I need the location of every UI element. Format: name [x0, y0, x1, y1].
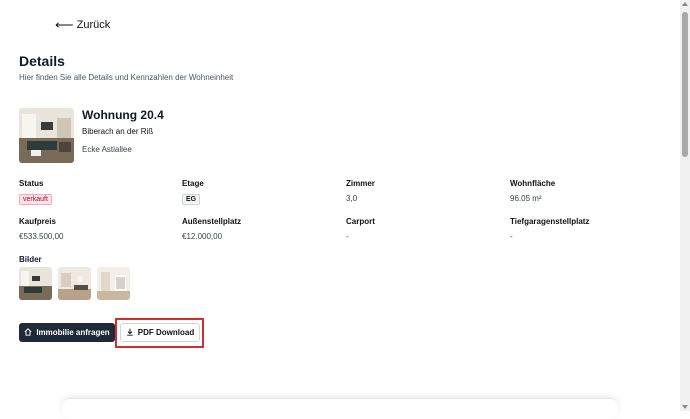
- aussenstellplatz-field: Außenstellplatz €12.000,00: [182, 217, 241, 241]
- tiefgarage-value: -: [510, 232, 513, 241]
- status-label: Status: [19, 179, 44, 188]
- scrollbar-thumb[interactable]: [682, 12, 688, 157]
- home-icon: [24, 327, 32, 338]
- inquire-label: Immobilie anfragen: [36, 328, 110, 337]
- pdf-download-button[interactable]: PDF Download: [120, 323, 200, 342]
- unit-name: Wohnung 20.4: [82, 108, 164, 122]
- scroll-up-icon[interactable]: [682, 2, 688, 6]
- status-badge: verkauft: [19, 194, 52, 205]
- bottom-card: [62, 398, 618, 419]
- page-subtitle: Hier finden Sie alle Details und Kennzah…: [19, 73, 234, 82]
- unit-thumbnail[interactable]: [19, 108, 74, 163]
- inquire-button[interactable]: Immobilie anfragen: [19, 323, 115, 342]
- wohnflaeche-field: Wohnfläche 96.05 m²: [510, 179, 555, 203]
- kaufpreis-field: Kaufpreis €533.500,00: [19, 217, 64, 241]
- kaufpreis-value: €533.500,00: [19, 232, 64, 241]
- carport-label: Carport: [346, 217, 375, 226]
- aussenstellplatz-label: Außenstellplatz: [182, 217, 242, 226]
- carport-field: Carport -: [346, 217, 375, 241]
- tiefgarage-field: Tiefgaragenstellplatz -: [510, 217, 589, 241]
- zimmer-field: Zimmer 3,0: [346, 179, 375, 203]
- zimmer-value: 3,0: [346, 194, 358, 203]
- aussenstellplatz-value: €12.000,00: [182, 232, 223, 241]
- back-label: Zurück: [76, 18, 111, 31]
- etage-badge: EG: [182, 194, 201, 205]
- zimmer-label: Zimmer: [346, 179, 375, 188]
- arrow-left-icon: ⟵: [55, 17, 74, 32]
- gallery-photo: [19, 267, 52, 300]
- carport-value: -: [346, 232, 349, 241]
- gallery-image[interactable]: [97, 267, 130, 300]
- unit-photo: [19, 108, 74, 163]
- scroll-down-icon[interactable]: [682, 405, 688, 409]
- unit-street: Ecke Astiallee: [82, 145, 132, 154]
- gallery-image[interactable]: [19, 267, 52, 300]
- wohnflaeche-label: Wohnfläche: [510, 179, 556, 188]
- gallery-label: Bilder: [19, 255, 42, 264]
- vertical-scrollbar[interactable]: [680, 0, 690, 411]
- kaufpreis-label: Kaufpreis: [19, 217, 56, 226]
- page-title: Details: [19, 53, 65, 69]
- wohnflaeche-value: 96.05 m²: [510, 194, 542, 203]
- pdf-download-label: PDF Download: [137, 328, 195, 337]
- tiefgarage-label: Tiefgaragenstellplatz: [510, 217, 590, 226]
- unit-city: Biberach an der Riß: [82, 127, 154, 136]
- back-link[interactable]: ⟵ Zurück: [55, 18, 110, 31]
- gallery-photo: [97, 267, 130, 300]
- gallery-photo: [58, 267, 91, 300]
- etage-label: Etage: [182, 179, 204, 188]
- gallery-image[interactable]: [58, 267, 91, 300]
- etage-field: Etage EG: [182, 179, 204, 206]
- download-icon: [126, 328, 134, 338]
- status-field: Status verkauft: [19, 179, 52, 206]
